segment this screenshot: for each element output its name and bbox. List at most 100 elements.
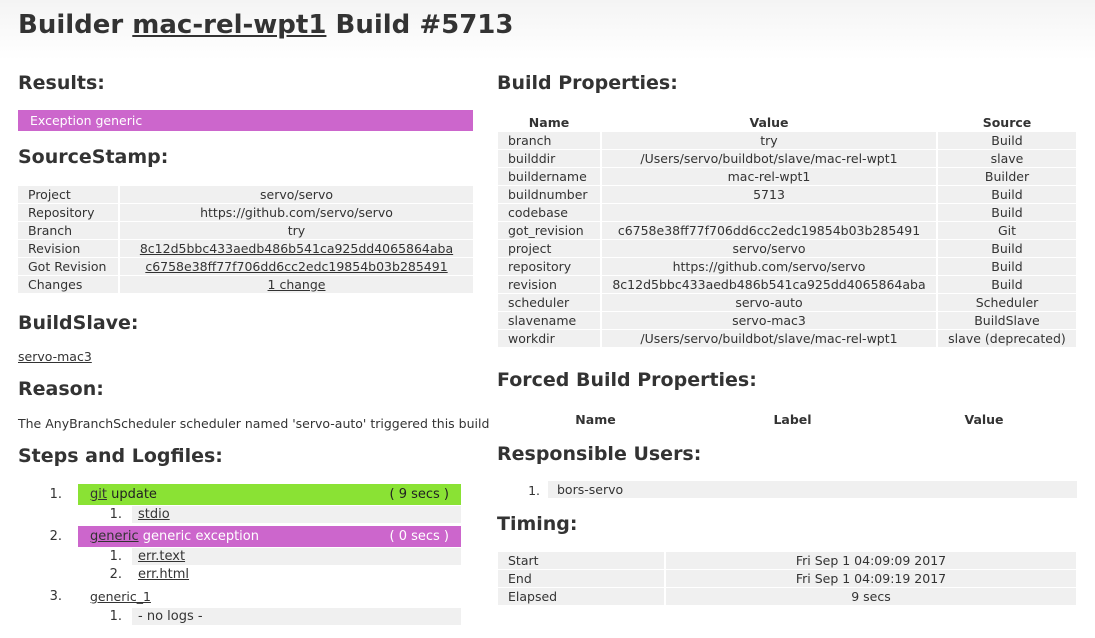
property-value: servo/servo: [602, 240, 936, 257]
property-source: slave (deprecated): [938, 330, 1076, 347]
table-row: repository https://github.com/servo/servo…: [498, 258, 1076, 275]
build-properties-heading: Build Properties:: [497, 72, 678, 94]
row-value: https://github.com/servo/servo: [120, 204, 473, 221]
timing-value: Fri Sep 1 04:09:09 2017: [666, 552, 1076, 569]
timing-label: End: [498, 570, 664, 587]
build-properties-table: Name Value Source branch try Build builddir…: [496, 113, 1078, 348]
property-source: Build: [938, 258, 1076, 275]
sourcestamp-heading: SourceStamp:: [18, 146, 169, 168]
log-link-err-text[interactable]: err.text: [138, 549, 185, 564]
timing-value: Fri Sep 1 04:09:19 2017: [666, 570, 1076, 587]
step-link-generic-1[interactable]: generic_1: [90, 589, 151, 604]
build-number: Build #5713: [335, 10, 514, 40]
row-label: Project: [18, 186, 118, 203]
table-row: buildername mac-rel-wpt1 Builder: [498, 168, 1076, 185]
step-time: ( 9 secs ): [389, 487, 449, 502]
timing-value: 9 secs: [666, 588, 1076, 605]
property-source: BuildSlave: [938, 312, 1076, 329]
table-row: revision 8c12d5bbc433aedb486b541ca925dd40…: [498, 276, 1076, 293]
table-row: scheduler servo-auto Scheduler: [498, 294, 1076, 311]
property-name: slavename: [498, 312, 600, 329]
log-row: err.html: [132, 566, 461, 583]
sourcestamp-table: Project servo/servo Repository https://gith…: [16, 185, 475, 294]
user-number: 1.: [528, 483, 540, 498]
row-label: Revision: [18, 240, 118, 257]
timing-label: Start: [498, 552, 664, 569]
property-name: revision: [498, 276, 600, 293]
property-source: Build: [938, 204, 1076, 221]
property-value: 8c12d5bbc433aedb486b541ca925dd4065864aba: [602, 276, 936, 293]
property-source: Build: [938, 186, 1076, 203]
steps-heading: Steps and Logfiles:: [18, 445, 223, 467]
property-value: servo-mac3: [602, 312, 936, 329]
step-number: 3.: [49, 589, 62, 604]
buildslave-link[interactable]: servo-mac3: [18, 349, 92, 364]
row-value-link[interactable]: 8c12d5bbc433aedb486b541ca925dd4065864aba: [140, 241, 453, 256]
col-header-value: Value: [964, 412, 1004, 427]
row-value-link[interactable]: 1 change: [268, 277, 326, 292]
property-name: repository: [498, 258, 600, 275]
log-row: err.text: [132, 548, 461, 565]
property-source: Scheduler: [938, 294, 1076, 311]
timing-label: Elapsed: [498, 588, 664, 605]
timing-table: Start Fri Sep 1 04:09:09 2017 End Fri Sep 1…: [496, 551, 1078, 606]
property-value: /Users/servo/buildbot/slave/mac-rel-wpt1: [602, 330, 936, 347]
property-source: slave: [938, 150, 1076, 167]
table-row: buildnumber 5713 Build: [498, 186, 1076, 203]
log-number: 1.: [109, 549, 122, 564]
log-link-stdio[interactable]: stdio: [138, 507, 170, 522]
row-value: 1 change: [120, 276, 473, 293]
buildslave-heading: BuildSlave:: [18, 312, 139, 334]
table-row: Changes 1 change: [18, 276, 473, 293]
responsible-users-heading: Responsible Users:: [497, 443, 702, 465]
row-value: 8c12d5bbc433aedb486b541ca925dd4065864aba: [120, 240, 473, 257]
table-row: End Fri Sep 1 04:09:19 2017: [498, 570, 1076, 587]
property-name: buildnumber: [498, 186, 600, 203]
property-name: workdir: [498, 330, 600, 347]
table-row: slavename servo-mac3 BuildSlave: [498, 312, 1076, 329]
log-number: 1.: [109, 609, 122, 624]
table-row: Repository https://github.com/servo/servo: [18, 204, 473, 221]
row-label: Branch: [18, 222, 118, 239]
log-link-err-html[interactable]: err.html: [138, 567, 189, 582]
property-source: Builder: [938, 168, 1076, 185]
table-row: codebase Build: [498, 204, 1076, 221]
row-value-link[interactable]: c6758e38ff77f706dd6cc2edc19854b03b285491: [145, 259, 447, 274]
step-number: 1.: [49, 487, 62, 502]
property-value: https://github.com/servo/servo: [602, 258, 936, 275]
forced-properties-heading: Forced Build Properties:: [497, 369, 757, 391]
reason-text: The AnyBranchScheduler scheduler named '…: [18, 416, 490, 431]
step-link-generic[interactable]: generic: [90, 529, 139, 544]
user-row: bors-servo: [548, 481, 1077, 498]
row-value: servo/servo: [120, 186, 473, 203]
step-text: generic exception: [142, 529, 259, 544]
property-source: Build: [938, 276, 1076, 293]
property-value: 5713: [602, 186, 936, 203]
property-name: scheduler: [498, 294, 600, 311]
no-logs-text: - no logs -: [138, 609, 203, 624]
step-bar-generic: generic generic exception ( 0 secs ): [78, 526, 461, 547]
step-number: 2.: [49, 529, 62, 544]
table-row: Branch try: [18, 222, 473, 239]
step-link-git[interactable]: git: [90, 487, 107, 502]
property-source: Git: [938, 222, 1076, 239]
table-row: Revision 8c12d5bbc433aedb486b541ca925dd40…: [18, 240, 473, 257]
table-row: Start Fri Sep 1 04:09:09 2017: [498, 552, 1076, 569]
row-label: Changes: [18, 276, 118, 293]
table-row: Got Revision c6758e38ff77f706dd6cc2edc198…: [18, 258, 473, 275]
timing-heading: Timing:: [497, 513, 578, 535]
property-value: [602, 204, 936, 221]
table-row: workdir/Users/servo/buildbot/slave/mac-r…: [498, 330, 1076, 347]
builder-link[interactable]: mac-rel-wpt1: [132, 10, 326, 40]
col-header-label: Label: [773, 412, 812, 427]
property-source: Build: [938, 132, 1076, 149]
table-row: builddir/Users/servo/buildbot/slave/mac-…: [498, 150, 1076, 167]
property-name: got_revision: [498, 222, 600, 239]
col-header-name: Name: [575, 412, 616, 427]
property-name: codebase: [498, 204, 600, 221]
title-prefix: Builder: [18, 10, 124, 40]
table-row: Project servo/servo: [18, 186, 473, 203]
reason-heading: Reason:: [18, 378, 104, 400]
col-header-name: Name: [528, 115, 570, 130]
table-row: Elapsed 9 secs: [498, 588, 1076, 605]
